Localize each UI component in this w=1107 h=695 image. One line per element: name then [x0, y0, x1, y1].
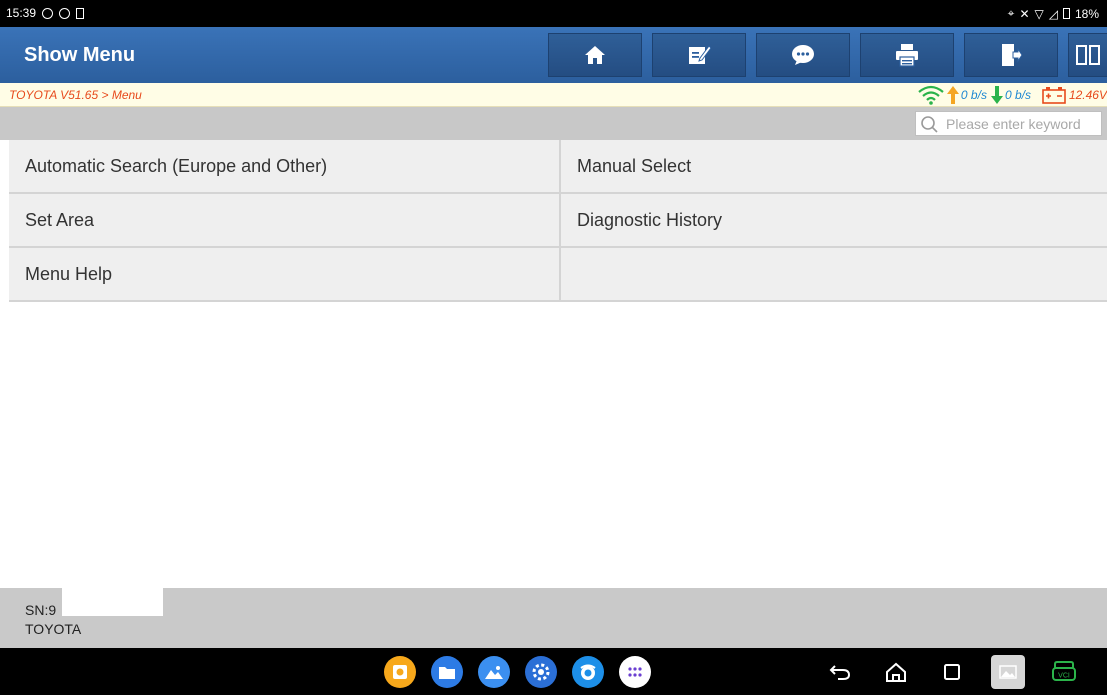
- system-status-bar: 15:39 ⌖ ✕ ▽ ◿ 18%: [0, 0, 1107, 27]
- battery-icon: [1062, 8, 1070, 19]
- menu-item-menu-help[interactable]: Menu Help: [9, 248, 561, 300]
- menu-item-automatic-search[interactable]: Automatic Search (Europe and Other): [9, 140, 561, 192]
- home-nav-button[interactable]: [868, 656, 924, 688]
- breadcrumb-bar: TOYOTA V51.65 > Menu 0 b/s 0 b/s 12.46V: [0, 83, 1107, 107]
- battery-percent: 18%: [1074, 6, 1099, 21]
- menu-item-empty: [561, 248, 1107, 300]
- serial-number: SN:9: [25, 602, 57, 618]
- vci-button[interactable]: VCI: [1036, 656, 1092, 688]
- edit-button[interactable]: [652, 33, 746, 77]
- menu-row: Automatic Search (Europe and Other) Manu…: [9, 140, 1107, 194]
- vci-connector-icon: VCI: [1052, 661, 1076, 681]
- recents-square-icon: [944, 664, 960, 680]
- wifi-icon: [918, 85, 944, 105]
- mute-icon: ✕: [1019, 6, 1030, 21]
- home-button[interactable]: [548, 33, 642, 77]
- redacted-serial: [62, 588, 163, 616]
- search-icon: [921, 115, 938, 133]
- download-speed: 0 b/s: [1004, 88, 1031, 102]
- menu-item-diagnostic-history[interactable]: Diagnostic History: [561, 194, 1107, 246]
- folder-app-icon: [439, 667, 455, 679]
- back-arrow-icon: [829, 665, 851, 680]
- upload-arrow-icon: [946, 86, 959, 104]
- notification-icon: [76, 7, 85, 19]
- image-icon: [999, 665, 1017, 679]
- menu-item-set-area[interactable]: Set Area: [9, 194, 561, 246]
- camera-app-icon: [393, 665, 407, 679]
- wifi-signal-icon: ▽: [1034, 6, 1044, 21]
- notification-icon: [59, 7, 71, 19]
- menu-row: Set Area Diagnostic History: [9, 194, 1107, 248]
- app-launcher-browser[interactable]: [572, 656, 604, 688]
- app-launcher-files[interactable]: [431, 656, 463, 688]
- gallery-app-icon: [485, 666, 503, 679]
- menu-row: Menu Help: [9, 248, 1107, 302]
- battery-voltage: 12.46V: [1068, 88, 1107, 102]
- app-launcher-gallery[interactable]: [478, 656, 510, 688]
- search-input[interactable]: [942, 115, 1096, 132]
- app-launcher-settings[interactable]: [525, 656, 557, 688]
- print-button[interactable]: [860, 33, 954, 77]
- app-header: Show Menu: [0, 27, 1107, 83]
- split-view-button[interactable]: [1068, 33, 1107, 77]
- app-launcher-camera[interactable]: [384, 656, 416, 688]
- split-view-icon: [1076, 45, 1100, 65]
- page-title: Show Menu: [24, 44, 136, 66]
- status-left: 15:39: [6, 6, 85, 20]
- notification-icon: [42, 7, 54, 19]
- menu-item-manual-select[interactable]: Manual Select: [561, 140, 1107, 192]
- settings-gear-icon: [532, 663, 550, 681]
- car-battery-icon: [1042, 87, 1066, 104]
- screenshot-thumbnail: [991, 655, 1025, 689]
- breadcrumb: TOYOTA V51.65 > Menu: [9, 88, 142, 102]
- cell-signal-icon: ◿: [1048, 6, 1058, 21]
- search-box[interactable]: [915, 111, 1102, 136]
- menu-grid: Automatic Search (Europe and Other) Manu…: [9, 140, 1107, 302]
- home-icon: [585, 46, 605, 64]
- search-toolbar: [0, 107, 1107, 140]
- vehicle-brand: TOYOTA: [25, 621, 82, 637]
- status-time: 15:39: [6, 6, 37, 20]
- screenshot-preview-button[interactable]: [980, 655, 1036, 689]
- download-arrow-icon: [990, 86, 1003, 104]
- upload-speed: 0 b/s: [960, 88, 987, 102]
- recents-button[interactable]: [924, 656, 980, 688]
- back-button[interactable]: [812, 656, 868, 688]
- svg-text:VCI: VCI: [1058, 673, 1070, 680]
- location-icon: ⌖: [1007, 6, 1015, 20]
- device-info-footer: SN:9 TOYOTA: [0, 588, 1107, 648]
- edit-icon: [689, 45, 711, 64]
- status-right: ⌖ ✕ ▽ ◿ 18%: [1008, 6, 1099, 21]
- app-launcher-all-apps[interactable]: [619, 656, 651, 688]
- system-navigation-bar: VCI: [0, 648, 1107, 695]
- message-button[interactable]: [756, 33, 850, 77]
- home-outline-icon: [886, 662, 906, 682]
- exit-button[interactable]: [964, 33, 1058, 77]
- print-icon: [896, 44, 918, 67]
- app-dock: [384, 656, 651, 688]
- system-nav-buttons: VCI: [812, 655, 1092, 689]
- exit-icon: [1002, 44, 1022, 66]
- network-status: 0 b/s 0 b/s 12.46V: [917, 84, 1107, 106]
- chat-icon: [792, 45, 814, 65]
- browser-app-icon: [580, 664, 596, 680]
- apps-grid-icon: [628, 667, 642, 677]
